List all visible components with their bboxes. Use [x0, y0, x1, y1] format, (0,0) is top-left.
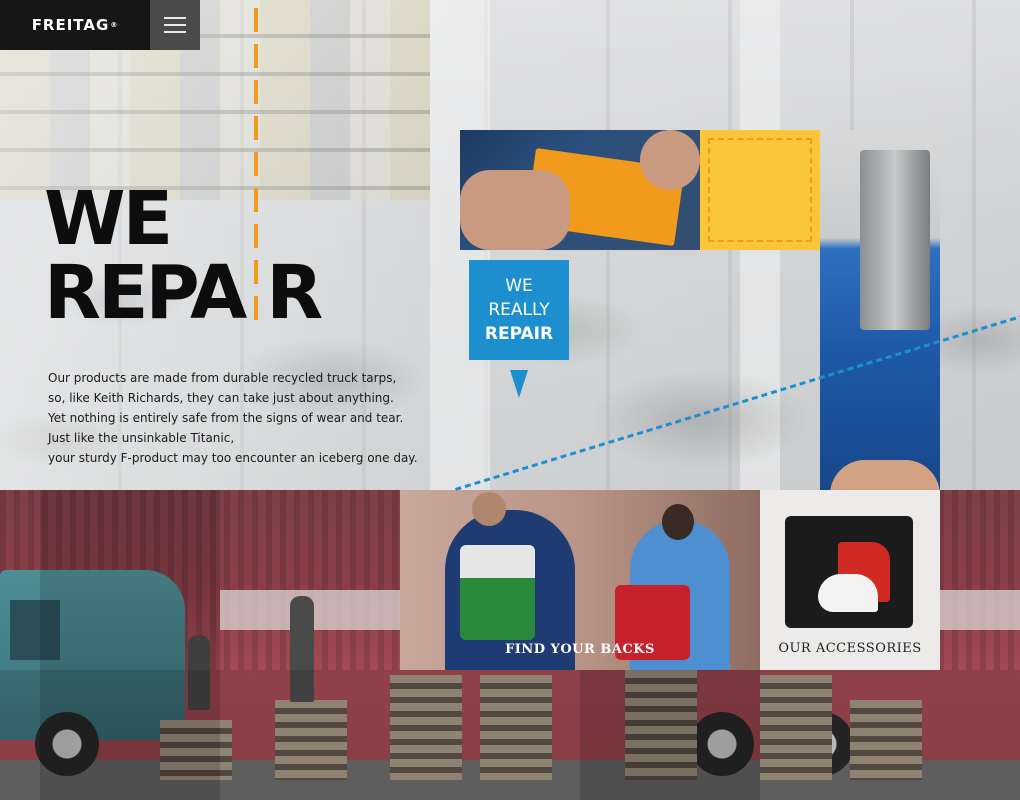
hand [830, 460, 940, 490]
find-your-backs-tile[interactable]: FIND YOUR BACKS [400, 490, 760, 670]
headline-line-2: REPA R [44, 256, 323, 330]
triangle-down-icon [510, 370, 528, 398]
wallet-repair-photo [460, 130, 700, 250]
page-title: WE REPA R [44, 182, 323, 330]
we-really-repair-badge[interactable]: WE REALLY REPAIR [469, 260, 569, 360]
intro-line: your sturdy F-product may too encounter … [48, 451, 418, 465]
green-messenger-bag [460, 545, 535, 640]
sewing-machine [860, 150, 930, 330]
sewing-machine-photo [820, 130, 940, 490]
our-accessories-tile[interactable]: OUR ACCESSORIES [760, 490, 940, 670]
headline-part-b: R [266, 250, 323, 336]
intro-paragraph: Our products are made from durable recyc… [48, 368, 418, 468]
hand [640, 130, 700, 190]
hamburger-icon [164, 17, 186, 19]
hand [460, 170, 570, 250]
site-header: FREITAG ® [0, 0, 200, 50]
intro-line: Our products are made from durable recyc… [48, 371, 397, 385]
grid-overlay [0, 670, 1020, 800]
badge-line-2: REALLY [488, 300, 550, 320]
intro-line: Yet nothing is entirely safe from the si… [48, 411, 404, 425]
menu-button[interactable] [150, 0, 200, 50]
hamburger-icon [164, 31, 186, 33]
headline-part-a: REPA [44, 250, 247, 336]
hamburger-icon [164, 24, 186, 26]
badge-line-1: WE [505, 276, 533, 296]
find-your-backs-label: FIND YOUR BACKS [505, 642, 655, 657]
intro-line: so, like Keith Richards, they can take j… [48, 391, 394, 405]
badge-line-3: REPAIR [484, 324, 554, 344]
our-accessories-label: OUR ACCESSORIES [778, 641, 922, 656]
dashed-stitch-border [708, 138, 812, 242]
woman-head [662, 504, 694, 540]
freitag-logo[interactable]: FREITAG ® [0, 0, 150, 50]
intro-line: Just like the unsinkable Titanic, [48, 431, 235, 445]
man-head [472, 492, 506, 526]
logo-registered-mark: ® [110, 21, 119, 29]
pouch-white-patch [818, 574, 878, 612]
yellow-patch-tile [700, 130, 820, 250]
logo-text: FREITAG [31, 16, 110, 34]
